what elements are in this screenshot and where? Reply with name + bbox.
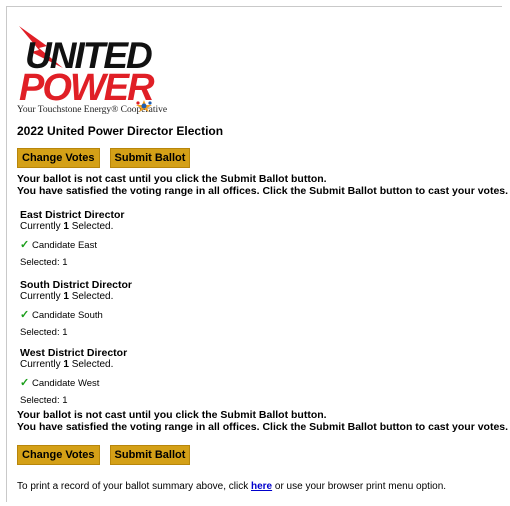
selected-candidate: ✓ Candidate South <box>20 308 132 321</box>
office-name: West District Director <box>20 347 128 359</box>
currently-selected: Currently 1 Selected. <box>20 359 127 371</box>
touchstone-energy-icon <box>136 100 152 112</box>
office-west: West District Director Currently 1 Selec… <box>20 347 127 407</box>
notice-line-1: Your ballot is not cast until you click … <box>17 409 327 421</box>
currently-selected: Currently 1 Selected. <box>20 291 132 303</box>
office-east: East District Director Currently 1 Selec… <box>20 209 124 269</box>
logo-line-power: POWER <box>19 67 155 109</box>
currently-prefix: Currently <box>20 359 64 370</box>
currently-prefix: Currently <box>20 291 64 302</box>
currently-prefix: Currently <box>20 221 64 232</box>
change-votes-button[interactable]: Change Votes <box>17 445 100 465</box>
bottom-button-row: Change Votes Submit Ballot <box>17 445 191 465</box>
candidate-name: Candidate East <box>32 240 97 251</box>
office-south: South District Director Currently 1 Sele… <box>20 279 132 339</box>
submit-ballot-button[interactable]: Submit Ballot <box>109 445 191 465</box>
selected-count: Selected: 1 <box>20 327 68 338</box>
selected-candidate: ✓ Candidate East <box>20 238 124 251</box>
candidate-name: Candidate South <box>32 310 103 321</box>
print-note-suffix: or use your browser print menu option. <box>272 481 447 492</box>
currently-suffix: Selected. <box>68 291 114 302</box>
print-here-link[interactable]: here <box>251 481 272 492</box>
currently-suffix: Selected. <box>68 359 114 370</box>
change-votes-button[interactable]: Change Votes <box>17 148 100 168</box>
ballot-notice-top: Your ballot is not cast until you click … <box>17 173 508 197</box>
submit-ballot-button[interactable]: Submit Ballot <box>109 148 191 168</box>
top-button-row: Change Votes Submit Ballot <box>17 148 191 168</box>
page-title: 2022 United Power Director Election <box>17 124 224 138</box>
selected-candidate: ✓ Candidate West <box>20 376 127 389</box>
office-name: South District Director <box>20 279 133 291</box>
check-icon: ✓ <box>20 377 30 389</box>
check-icon: ✓ <box>20 309 30 321</box>
ballot-notice-bottom: Your ballot is not cast until you click … <box>17 409 508 433</box>
office-name: East District Director <box>20 209 125 221</box>
selected-count: Selected: 1 <box>20 395 68 406</box>
notice-line-1: Your ballot is not cast until you click … <box>17 173 327 185</box>
notice-line-2: You have satisfied the voting range in a… <box>17 421 509 433</box>
candidate-name: Candidate West <box>32 378 100 389</box>
print-note-prefix: To print a record of your ballot summary… <box>17 481 251 492</box>
print-instructions: To print a record of your ballot summary… <box>17 481 446 492</box>
notice-line-2: You have satisfied the voting range in a… <box>17 185 509 197</box>
currently-selected: Currently 1 Selected. <box>20 221 124 233</box>
united-power-logo: UNITED POWER Your Touchstone Energy® Coo… <box>17 24 177 120</box>
currently-suffix: Selected. <box>68 221 114 232</box>
check-icon: ✓ <box>20 239 30 251</box>
selected-count: Selected: 1 <box>20 257 68 268</box>
